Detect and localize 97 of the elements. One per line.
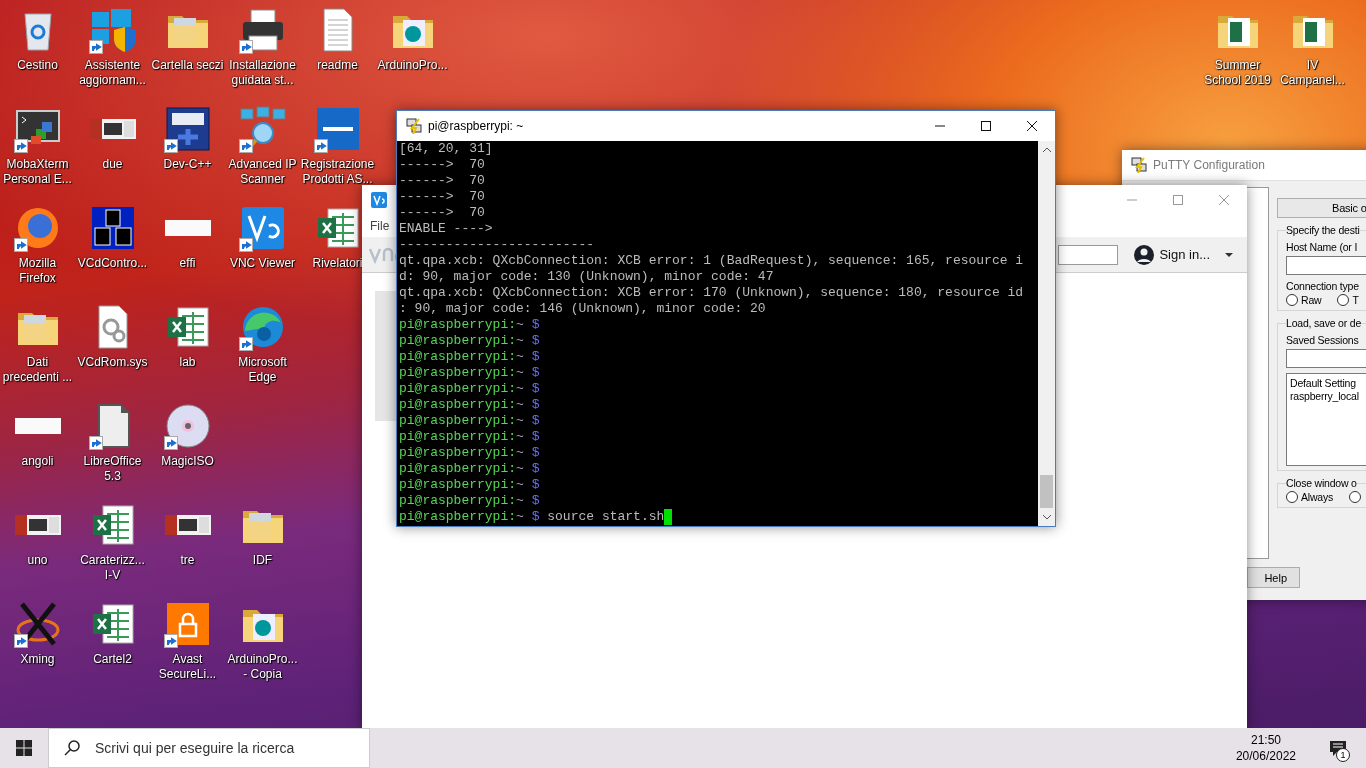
group-label: Load, save or de xyxy=(1286,317,1362,329)
group-label: Close window o xyxy=(1286,477,1357,489)
scrollbar-thumb[interactable] xyxy=(1040,475,1053,508)
icon-label[interactable]: Dati precedenti ... xyxy=(0,355,75,385)
field-label: Saved Sessions xyxy=(1286,334,1360,346)
search-icon xyxy=(64,740,80,756)
icon-label[interactable]: VNC Viewer xyxy=(229,256,296,271)
search-field[interactable]: Scrivi qui per eseguire la ricerca xyxy=(48,728,370,768)
icon-label[interactable]: Avast SecureLi... xyxy=(150,652,225,682)
sign-in-button[interactable]: Sign in... xyxy=(1134,244,1241,265)
terminal-line: pi@raspberrypi:~ $ xyxy=(399,397,540,413)
terminal-line: : 90, major code: 146 (Unknown), minor code: 20 xyxy=(399,301,766,317)
terminal-line: [64, 20, 31] xyxy=(399,141,493,157)
icon-label[interactable]: ArduinoPro... - Copia xyxy=(225,652,300,682)
clock-time[interactable]: 21:50 xyxy=(1250,732,1281,748)
radio-button[interactable] xyxy=(1286,294,1298,306)
icon-label[interactable]: effi xyxy=(179,256,196,271)
menu-item[interactable]: File xyxy=(370,219,390,233)
maximize-icon xyxy=(981,121,991,131)
terminal-line: ------> 70 xyxy=(399,157,485,173)
disc-icon[interactable] xyxy=(163,402,212,450)
icon-label[interactable]: readme xyxy=(317,58,358,73)
user-icon xyxy=(1134,244,1155,265)
icon-label[interactable]: Microsoft Edge xyxy=(225,355,300,385)
icon-label[interactable]: MobaXterm Personal E... xyxy=(0,157,75,187)
close-icon xyxy=(1027,121,1037,131)
icon-label[interactable]: MagicISO xyxy=(161,454,214,469)
section-header: Basic o xyxy=(1277,198,1366,218)
close-icon xyxy=(1219,195,1229,205)
terminal-line: ENABLE ----> xyxy=(399,221,493,237)
maximize-icon xyxy=(1173,195,1183,205)
notifications-button[interactable]: 1 xyxy=(1318,728,1358,768)
terminal-line: pi@raspberrypi:~ $ xyxy=(399,381,540,397)
radio-label[interactable]: Always xyxy=(1301,491,1334,503)
icon-label[interactable]: lab xyxy=(179,355,196,370)
radio-button[interactable] xyxy=(1286,491,1298,503)
icon-label[interactable]: angoli xyxy=(21,454,54,469)
terminal-line: pi@raspberrypi:~ $ xyxy=(399,477,540,493)
terminal-line: ------> 70 xyxy=(399,173,485,189)
list-item[interactable]: raspberry_local xyxy=(1290,390,1366,403)
terminal-line: ------> 70 xyxy=(399,189,485,205)
search-field[interactable] xyxy=(1058,244,1119,265)
clock-date[interactable]: 20/06/2022 xyxy=(1235,748,1296,764)
radio-button[interactable] xyxy=(1337,294,1350,306)
icon-label[interactable]: LibreOffice 5.3 xyxy=(75,454,150,484)
terminal-line: qt.qpa.xcb: QXcbConnection: XCB error: 1 (BadRequest), sequence: 165, resource i xyxy=(399,253,1024,269)
terminal-line: pi@raspberrypi:~ $ xyxy=(399,445,540,461)
icon-label[interactable]: Caraterizz... I-V xyxy=(75,553,150,583)
icon-label[interactable]: Xming xyxy=(20,652,55,667)
terminal-line: qt.qpa.xcb: QXcbConnection: XCB error: 170 (Unknown), sequence: 180, resource id xyxy=(399,285,1024,301)
terminal-line: ------------------------- xyxy=(399,237,595,253)
icon-label[interactable]: Cartella seczi xyxy=(151,58,224,73)
app-icon xyxy=(371,192,387,208)
icon-label[interactable]: Cartel2 xyxy=(93,652,132,667)
icon-label[interactable]: ArduinoPro... xyxy=(377,58,448,73)
icon-label[interactable]: Assistente aggiornam... xyxy=(75,58,150,88)
terminal-line: ------> 70 xyxy=(399,205,485,221)
icon-label[interactable]: uno xyxy=(27,553,48,568)
icon-label[interactable]: Advanced IP Scanner xyxy=(225,157,300,187)
icon-label[interactable]: Cestino xyxy=(17,58,58,73)
field-label: Connection type xyxy=(1286,280,1360,292)
window-title: PuTTY Configuration xyxy=(1153,158,1266,172)
terminal-line: pi@raspberrypi:~ $ xyxy=(399,349,540,365)
terminal-line: pi@raspberrypi:~ $ xyxy=(399,461,540,477)
terminal-line: pi@raspberrypi:~ $ xyxy=(399,365,540,381)
icon-label[interactable]: IDF xyxy=(252,553,273,568)
field-label: Host Name (or I xyxy=(1286,241,1359,253)
terminal-line: pi@raspberrypi:~ $ source start.sh xyxy=(399,509,665,525)
icon-label[interactable]: Installazione guidata st... xyxy=(225,58,300,88)
notification-count: 1 xyxy=(1336,748,1350,762)
terminal-line: pi@raspberrypi:~ $ xyxy=(399,413,540,429)
icon-label[interactable]: Registrazione Prodotti AS... xyxy=(300,157,375,187)
icon-label[interactable]: VCdContro... xyxy=(77,256,148,271)
icon-label[interactable]: Dev-C++ xyxy=(163,157,212,172)
terminal-line: pi@raspberrypi:~ $ xyxy=(399,493,540,509)
icon-label[interactable]: due xyxy=(102,157,123,172)
terminal-line: d: 90, major code: 130 (Unknown), minor code: 47 xyxy=(399,269,774,285)
radio-label[interactable]: Raw xyxy=(1301,294,1322,306)
terminal-line: pi@raspberrypi:~ $ xyxy=(399,333,540,349)
terminal-line: pi@raspberrypi:~ $ xyxy=(399,429,540,445)
radio-label[interactable]: T xyxy=(1352,294,1359,306)
windows-logo-icon xyxy=(16,740,32,756)
computers-icon xyxy=(406,118,422,134)
caret-icon xyxy=(1225,252,1233,257)
icon-label[interactable]: Mozilla Firefox xyxy=(0,256,75,286)
scrollbar[interactable] xyxy=(1038,141,1055,526)
icon-label[interactable]: Rivelatori xyxy=(312,256,363,271)
window-title: pi@raspberrypi: ~ xyxy=(428,119,525,133)
icon-label[interactable]: VCdRom.sys xyxy=(77,355,148,370)
radio-button[interactable] xyxy=(1349,491,1362,503)
computers-icon xyxy=(1131,157,1147,173)
terminal-line: pi@raspberrypi:~ $ xyxy=(399,317,540,333)
plus-tile-icon[interactable] xyxy=(163,105,212,153)
icon-label[interactable]: tre xyxy=(180,553,195,568)
help-button[interactable]: Help xyxy=(1247,567,1300,588)
list-item[interactable]: Default Setting xyxy=(1290,377,1366,390)
group-label: Specify the desti xyxy=(1286,224,1360,236)
